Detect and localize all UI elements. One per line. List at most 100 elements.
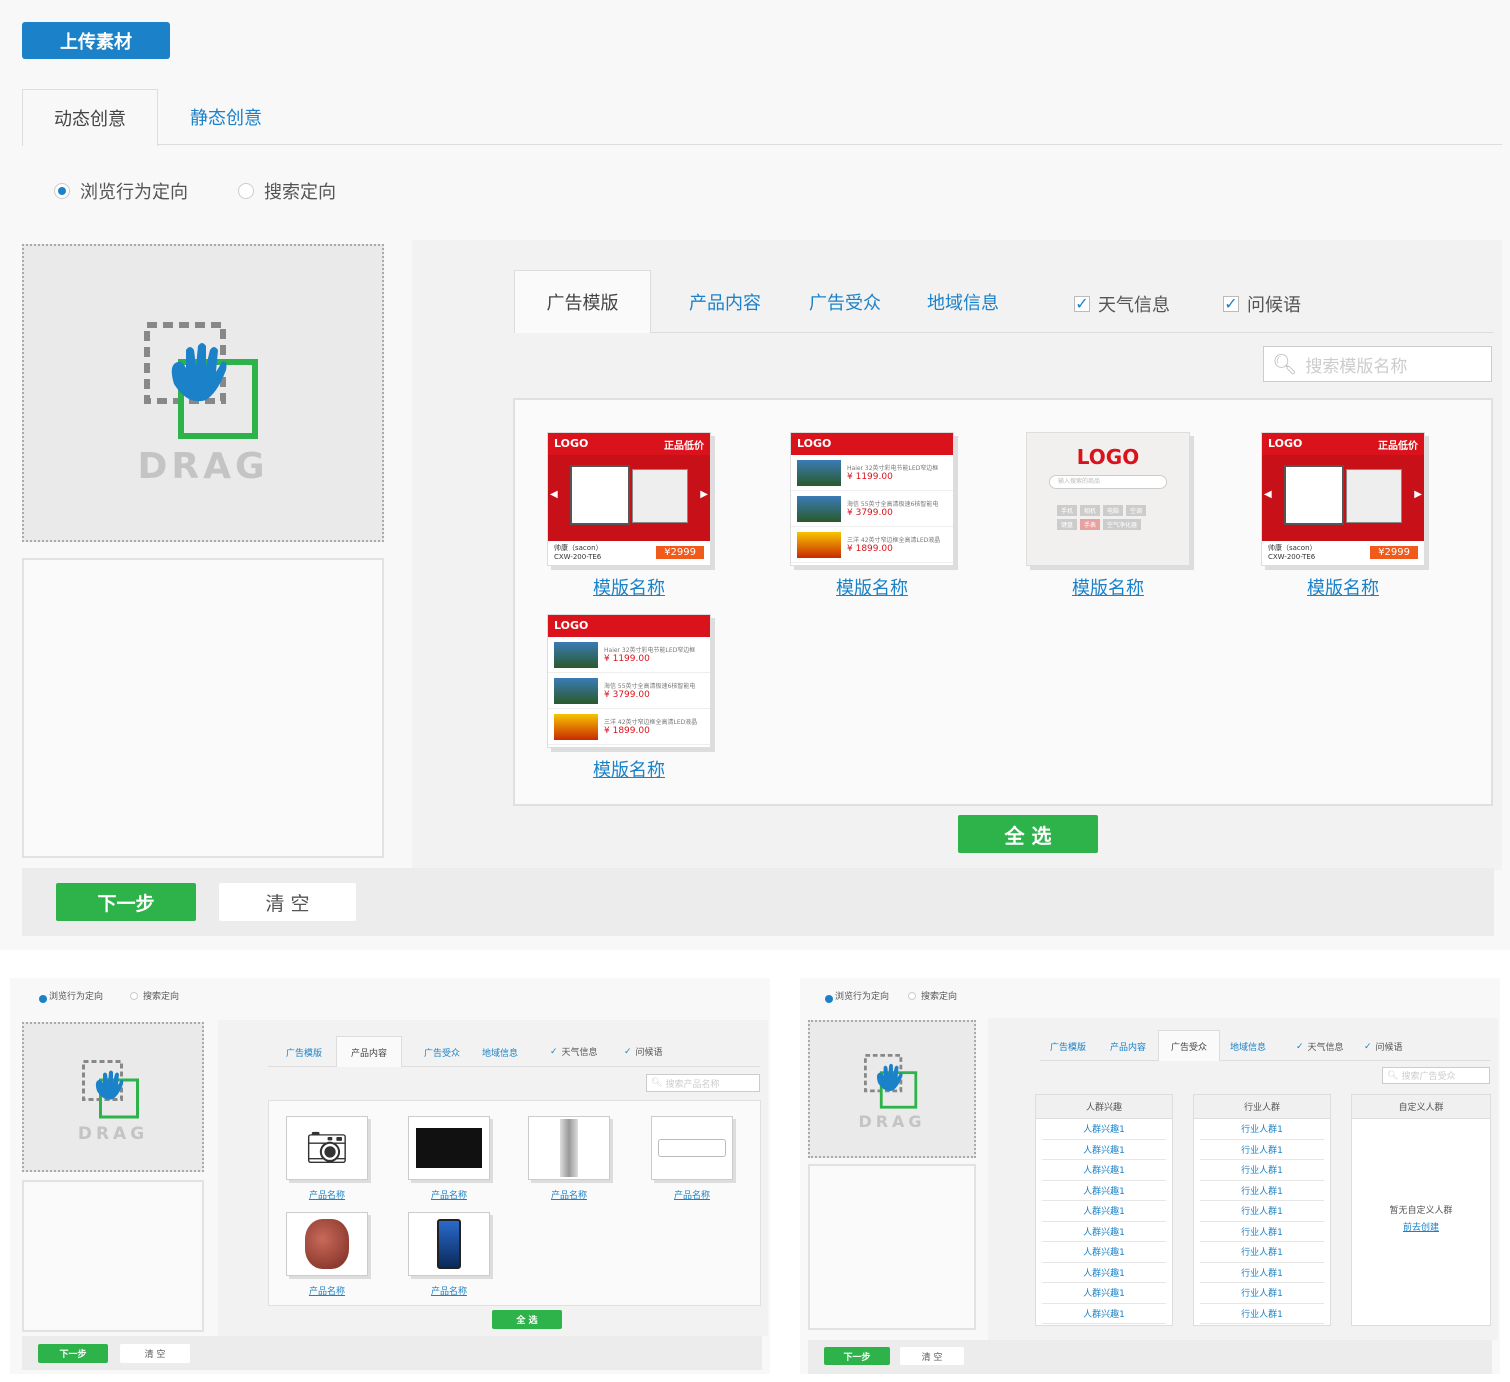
check-greeting[interactable]: ✓ 问候语 <box>1223 291 1301 317</box>
radio-browse-targeting[interactable]: 浏览行为定向 <box>36 989 103 1003</box>
radio-dot-selected[interactable] <box>54 183 70 199</box>
radio-search-targeting[interactable]: 搜索定向 <box>130 989 179 1002</box>
checkbox-checked-icon[interactable]: ✓ <box>1223 296 1239 312</box>
radio-browse-targeting[interactable]: 浏览行为定向 <box>54 178 188 204</box>
list-item[interactable]: 行业人群1 <box>1200 1119 1324 1140</box>
product-card-tv[interactable] <box>408 1116 490 1180</box>
product-card-camera[interactable]: 📷︎ <box>286 1116 368 1180</box>
tab-ad-template[interactable]: 广告模版 <box>276 1040 332 1064</box>
list-item[interactable]: 行业人群1 <box>1200 1263 1324 1283</box>
tab-dynamic-creative[interactable]: 动态创意 <box>22 89 158 146</box>
tab-product-content[interactable]: 产品内容 <box>1102 1035 1154 1057</box>
template-card[interactable]: LOGO Haier 32英寸彩电节能LED窄边框 ¥ 1199.00 海信 55… <box>790 432 954 566</box>
radio-dot[interactable] <box>908 991 916 1000</box>
tab-product-content[interactable]: 产品内容 <box>336 1036 402 1067</box>
tab-ad-template[interactable]: 广告模版 <box>1042 1035 1094 1057</box>
tab-ad-audience[interactable]: 广告受众 <box>790 280 900 324</box>
template-card[interactable]: LOGO 正品低价 ◀ ▶ 帅康（sacon） CXW-200-TE6 ¥2999 <box>547 432 711 566</box>
tab-ad-audience[interactable]: 广告受众 <box>1158 1030 1220 1061</box>
template-card[interactable]: LOGO 正品低价 ◀ ▶ 帅康（sacon） CXW-200-TE6 ¥2999 <box>1261 432 1425 566</box>
template-name-link[interactable]: 模版名称 <box>547 574 711 600</box>
list-item[interactable]: 人群兴趣1 <box>1042 1222 1166 1242</box>
template-name-link[interactable]: 模版名称 <box>1026 574 1190 600</box>
select-all-button[interactable]: 全 选 <box>492 1310 562 1329</box>
product-name-link[interactable]: 产品名称 <box>651 1188 733 1201</box>
list-item[interactable]: 行业人群1 <box>1200 1242 1324 1263</box>
list-item[interactable]: 人群兴趣1 <box>1042 1283 1166 1304</box>
check-weather[interactable]: ✓ 天气信息 <box>1296 1040 1344 1054</box>
arrow-right-icon[interactable]: ▶ <box>700 489 708 500</box>
product-name-link[interactable]: 产品名称 <box>286 1284 368 1297</box>
product-name-link[interactable]: 产品名称 <box>286 1188 368 1201</box>
list-item[interactable]: 行业人群1 <box>1200 1160 1324 1181</box>
radio-search-targeting[interactable]: 搜索定向 <box>238 178 336 204</box>
check-weather[interactable]: ✓ 天气信息 <box>1074 291 1170 317</box>
template-name-link[interactable]: 模版名称 <box>790 574 954 600</box>
drag-drop-zone[interactable]: DRAG <box>22 1022 204 1172</box>
tab-ad-template[interactable]: 广告模版 <box>514 270 651 333</box>
check-greeting[interactable]: ✓ 问候语 <box>1364 1040 1403 1054</box>
next-step-button[interactable]: 下一步 <box>38 1344 108 1363</box>
arrow-right-icon[interactable]: ▶ <box>1414 489 1422 500</box>
template-card[interactable]: LOGO 输入搜索的商品 手机 相机 电脑 空调 键盘 手表 空气净化器 <box>1026 432 1190 566</box>
audience-search-input[interactable]: 🔍︎ 搜索广告受众 <box>1382 1067 1490 1084</box>
list-item[interactable]: 人群兴趣1 <box>1042 1201 1166 1222</box>
list-item[interactable]: 人群兴趣1 <box>1042 1242 1166 1263</box>
next-step-button[interactable]: 下一步 <box>56 883 196 921</box>
tab-region-info[interactable]: 地域信息 <box>1222 1035 1274 1057</box>
arrow-left-icon[interactable]: ◀ <box>550 489 558 500</box>
checkbox-checked-icon[interactable]: ✓ <box>624 1047 632 1057</box>
next-step-button[interactable]: 下一步 <box>824 1347 890 1365</box>
radio-search-targeting[interactable]: 搜索定向 <box>908 989 957 1002</box>
template-card[interactable]: LOGO Haier 32英寸彩电节能LED窄边框 ¥ 1199.00 海信 55… <box>547 614 711 748</box>
product-card-ac[interactable] <box>651 1116 733 1180</box>
product-name-link[interactable]: 产品名称 <box>408 1188 490 1201</box>
clear-button[interactable]: 清 空 <box>219 883 356 921</box>
radio-dot-selected[interactable] <box>822 992 833 1003</box>
checkbox-checked-icon[interactable]: ✓ <box>1364 1042 1372 1052</box>
list-item[interactable]: 行业人群1 <box>1200 1201 1324 1222</box>
product-card-fridge[interactable] <box>528 1116 610 1180</box>
template-search-input[interactable]: 🔍︎ 搜索模版名称 <box>1263 346 1492 382</box>
drag-drop-zone[interactable]: DRAG <box>22 244 384 542</box>
product-name-link[interactable]: 产品名称 <box>528 1188 610 1201</box>
list-item[interactable]: 行业人群1 <box>1200 1181 1324 1201</box>
checkbox-checked-icon[interactable]: ✓ <box>1074 296 1090 312</box>
clear-button[interactable]: 清 空 <box>900 1347 964 1365</box>
checkbox-checked-icon[interactable]: ✓ <box>550 1047 558 1057</box>
tab-region-info[interactable]: 地域信息 <box>472 1040 528 1064</box>
arrow-left-icon[interactable]: ◀ <box>1264 489 1272 500</box>
product-card-rice-cooker[interactable] <box>286 1212 368 1276</box>
check-weather[interactable]: ✓ 天气信息 <box>550 1045 598 1059</box>
tab-static-creative[interactable]: 静态创意 <box>168 89 284 145</box>
product-search-input[interactable]: 🔍︎ 搜索产品名称 <box>646 1074 760 1092</box>
radio-dot[interactable] <box>238 183 254 199</box>
list-item[interactable]: 人群兴趣1 <box>1042 1263 1166 1283</box>
list-item[interactable]: 人群兴趣1 <box>1042 1304 1166 1324</box>
create-audience-link[interactable]: 前去创建 <box>1352 1220 1490 1233</box>
check-greeting[interactable]: ✓ 问候语 <box>624 1045 663 1059</box>
select-all-button[interactable]: 全 选 <box>958 815 1098 853</box>
product-card-phone[interactable] <box>408 1212 490 1276</box>
list-item[interactable]: 行业人群1 <box>1200 1283 1324 1304</box>
list-item[interactable]: 行业人群1 <box>1200 1140 1324 1160</box>
list-item[interactable]: 人群兴趣1 <box>1042 1119 1166 1140</box>
list-item[interactable]: 人群兴趣1 <box>1042 1181 1166 1201</box>
upload-material-button[interactable]: 上传素材 <box>22 22 170 59</box>
radio-dot[interactable] <box>130 991 138 1000</box>
list-item[interactable]: 行业人群1 <box>1200 1222 1324 1242</box>
drag-drop-zone[interactable]: DRAG <box>808 1020 976 1158</box>
clear-button[interactable]: 清 空 <box>120 1344 190 1363</box>
tab-region-info[interactable]: 地域信息 <box>908 280 1018 324</box>
radio-browse-targeting[interactable]: 浏览行为定向 <box>822 989 889 1003</box>
list-item[interactable]: 行业人群1 <box>1200 1304 1324 1324</box>
checkbox-checked-icon[interactable]: ✓ <box>1296 1042 1304 1052</box>
radio-dot-selected[interactable] <box>36 992 47 1003</box>
template-name-link[interactable]: 模版名称 <box>1261 574 1425 600</box>
tab-ad-audience[interactable]: 广告受众 <box>414 1040 470 1064</box>
product-name-link[interactable]: 产品名称 <box>408 1284 490 1297</box>
list-item[interactable]: 人群兴趣1 <box>1042 1160 1166 1181</box>
list-item[interactable]: 人群兴趣1 <box>1042 1140 1166 1160</box>
tab-product-content[interactable]: 产品内容 <box>670 280 780 324</box>
template-name-link[interactable]: 模版名称 <box>547 756 711 782</box>
